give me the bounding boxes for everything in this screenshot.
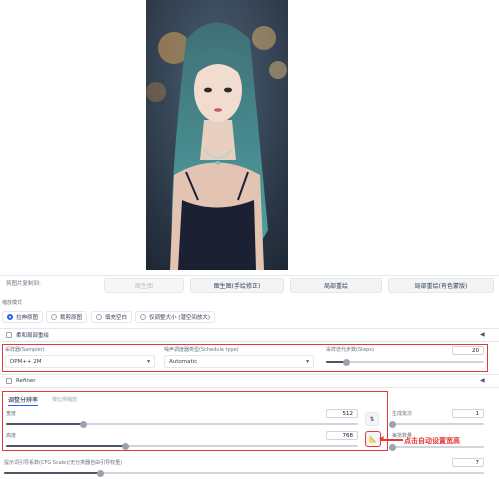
resize-mode-option-latent[interactable]: 仅调整大小 (潜空间放大)	[135, 311, 216, 323]
width-input[interactable]: 512	[326, 409, 358, 418]
send-to-inpaint-button[interactable]: 局部重绘	[290, 278, 382, 293]
schedule-type-select[interactable]: Automatic ▾	[164, 355, 314, 368]
tab-resize-by[interactable]: 按比例缩放	[52, 396, 77, 403]
resize-mode-option-stretch[interactable]: 拉伸原图	[2, 311, 44, 323]
slider-thumb[interactable]	[122, 442, 130, 450]
steps-label: 采样迭代步数(Steps)	[326, 347, 374, 353]
slider-fill	[6, 445, 126, 447]
radio-icon	[51, 314, 57, 320]
slider-track	[392, 423, 484, 425]
width-slider[interactable]	[6, 420, 358, 428]
send-to-img2img-button[interactable]: 图生图	[104, 278, 184, 293]
width-label: 宽度	[6, 411, 17, 417]
chevron-down-icon: ▾	[306, 358, 309, 365]
swap-dimensions-button[interactable]: ⇅	[365, 412, 379, 426]
slider-fill	[6, 423, 84, 425]
resize-mode-option-crop[interactable]: 裁剪原图	[46, 311, 88, 323]
sampler-label: 采样器(Sampler)	[5, 347, 45, 353]
send-to-inpaint-sketch-button[interactable]: 局部重绘(有色蒙版)	[388, 278, 494, 293]
resize-mode-label: 缩放模式	[2, 300, 23, 306]
cfg-scale-slider[interactable]	[4, 469, 484, 477]
generated-image[interactable]	[146, 0, 288, 270]
slider-thumb[interactable]	[79, 420, 87, 428]
batch-count-label: 生成批次	[392, 411, 413, 417]
soft-inpaint-accordion[interactable]: 柔和局部重绘	[0, 328, 499, 342]
soft-inpaint-checkbox[interactable]	[6, 332, 12, 338]
resize-mode-option-fill[interactable]: 填充空白	[91, 311, 133, 323]
sampler-select[interactable]: DPM++ 2M ▾	[5, 355, 155, 368]
steps-slider[interactable]	[326, 358, 484, 366]
slider-fill	[4, 472, 100, 474]
height-label: 高度	[6, 433, 17, 439]
annotation-arrow-line	[381, 439, 403, 441]
tab-resize-to[interactable]: 调整分辨率	[8, 395, 39, 406]
collapse-caret-icon[interactable]: ◀	[480, 331, 485, 338]
batch-size-slider[interactable]	[389, 443, 484, 451]
batch-count-input[interactable]: 1	[452, 409, 484, 418]
ruler-icon: 📐	[369, 435, 377, 443]
radio-icon	[140, 314, 146, 320]
refiner-accordion[interactable]: Refiner	[0, 374, 499, 388]
height-slider[interactable]	[6, 442, 358, 450]
slider-thumb[interactable]	[389, 420, 396, 428]
chevron-down-icon: ▾	[147, 358, 150, 365]
schedule-type-label: 噪声调度器类型(Schedule type)	[164, 347, 239, 353]
send-to-label: 将图片复制到:	[6, 281, 41, 287]
slider-thumb[interactable]	[96, 469, 104, 477]
swap-arrows-icon: ⇅	[369, 415, 375, 423]
slider-track	[392, 446, 484, 448]
image-preview-area	[0, 0, 499, 276]
batch-count-slider[interactable]	[389, 420, 484, 428]
slider-thumb[interactable]	[343, 358, 351, 366]
steps-input[interactable]: 20	[452, 346, 484, 355]
send-to-sketch-button[interactable]: 图生图(手绘修正)	[190, 278, 284, 293]
refiner-checkbox[interactable]	[6, 378, 12, 384]
arrow-left-icon: ◀	[379, 435, 384, 442]
height-input[interactable]: 768	[326, 431, 358, 440]
cfg-scale-input[interactable]: 7	[452, 458, 484, 467]
collapse-caret-icon[interactable]: ◀	[480, 377, 485, 384]
annotation-auto-size: 点击自动设置宽高	[404, 437, 460, 445]
radio-selected-icon	[7, 314, 13, 320]
slider-thumb[interactable]	[389, 443, 396, 451]
radio-icon	[96, 314, 102, 320]
cfg-scale-label: 提示词引导系数(CFG Scale)(无分类器自由引导权重)	[4, 460, 123, 466]
